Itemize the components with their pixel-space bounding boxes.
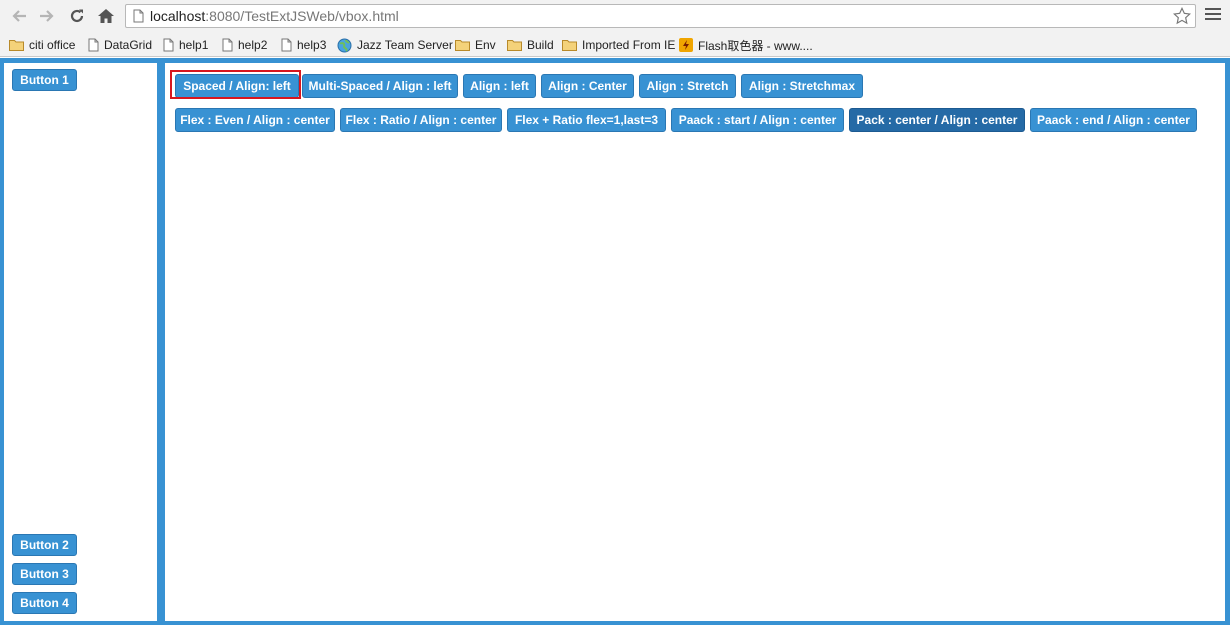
bookmark-build[interactable]: Build — [507, 36, 554, 54]
folder-icon — [9, 40, 24, 51]
page-icon — [222, 38, 233, 52]
page-icon — [133, 9, 144, 23]
button-4[interactable]: Button 4 — [12, 592, 77, 614]
address-bar[interactable]: localhost:8080/TestExtJSWeb/vbox.html — [125, 4, 1196, 28]
folder-icon — [562, 40, 577, 51]
page-icon — [163, 38, 174, 52]
flash-icon — [679, 38, 693, 52]
bookmark-citi-office[interactable]: citi office — [9, 36, 75, 54]
spaced-align-left-button[interactable]: Spaced / Align: left — [175, 74, 299, 98]
pack-start-align-center-button[interactable]: Paack : start / Align : center — [671, 108, 844, 132]
viewport: Button 1 Button 2 Button 3 Button 4 Spac… — [0, 58, 1230, 625]
bookmark-env[interactable]: Env — [455, 36, 496, 54]
align-left-button[interactable]: Align : left — [463, 74, 536, 98]
align-stretch-button[interactable]: Align : Stretch — [639, 74, 736, 98]
west-panel: Button 1 Button 2 Button 3 Button 4 — [4, 63, 157, 621]
flex-ratio-last-button[interactable]: Flex + Ratio flex=1,last=3 — [507, 108, 666, 132]
page-icon — [281, 38, 292, 52]
align-center-button[interactable]: Align : Center — [541, 74, 634, 98]
button-2[interactable]: Button 2 — [12, 534, 77, 556]
bookmark-help2[interactable]: help2 — [222, 36, 267, 54]
button-3[interactable]: Button 3 — [12, 563, 77, 585]
forward-button[interactable] — [37, 6, 57, 26]
forward-arrow-icon — [40, 10, 54, 22]
chrome-menu-button[interactable] — [1205, 8, 1221, 23]
bookmark-star-icon[interactable] — [1173, 7, 1191, 25]
browser-toolbar: localhost:8080/TestExtJSWeb/vbox.html — [0, 0, 1230, 33]
back-button[interactable] — [9, 6, 29, 26]
bookmark-imported-from-ie[interactable]: Imported From IE — [562, 36, 675, 54]
back-arrow-icon — [12, 10, 26, 22]
folder-icon — [507, 40, 522, 51]
flex-even-align-center-button[interactable]: Flex : Even / Align : center — [175, 108, 335, 132]
folder-icon — [455, 40, 470, 51]
multi-spaced-align-left-button[interactable]: Multi-Spaced / Align : left — [302, 74, 458, 98]
bookmark-datagrid[interactable]: DataGrid — [88, 36, 152, 54]
home-icon — [98, 9, 114, 23]
url-text: localhost:8080/TestExtJSWeb/vbox.html — [150, 8, 399, 24]
bookmark-help3[interactable]: help3 — [281, 36, 326, 54]
pack-end-align-center-button[interactable]: Paack : end / Align : center — [1030, 108, 1197, 132]
flex-ratio-align-center-button[interactable]: Flex : Ratio / Align : center — [340, 108, 502, 132]
bookmark-jazz-team-server[interactable]: Jazz Team Server — [337, 36, 453, 54]
align-stretchmax-button[interactable]: Align : Stretchmax — [741, 74, 863, 98]
reload-button[interactable] — [67, 6, 87, 26]
button-1[interactable]: Button 1 — [12, 69, 77, 91]
globe-icon — [337, 38, 352, 52]
reload-icon — [70, 9, 84, 23]
bookmark-flash-color-picker[interactable]: Flash取色器 - www.... — [679, 36, 813, 54]
pack-center-align-center-button[interactable]: Pack : center / Align : center — [849, 108, 1025, 132]
page-icon — [88, 38, 99, 52]
center-panel: Spaced / Align: left Multi-Spaced / Alig… — [165, 63, 1225, 621]
bookmarks-bar: citi office DataGrid help1 help2 help3 J… — [0, 33, 1230, 57]
bookmark-help1[interactable]: help1 — [163, 36, 208, 54]
home-button[interactable] — [96, 6, 116, 26]
